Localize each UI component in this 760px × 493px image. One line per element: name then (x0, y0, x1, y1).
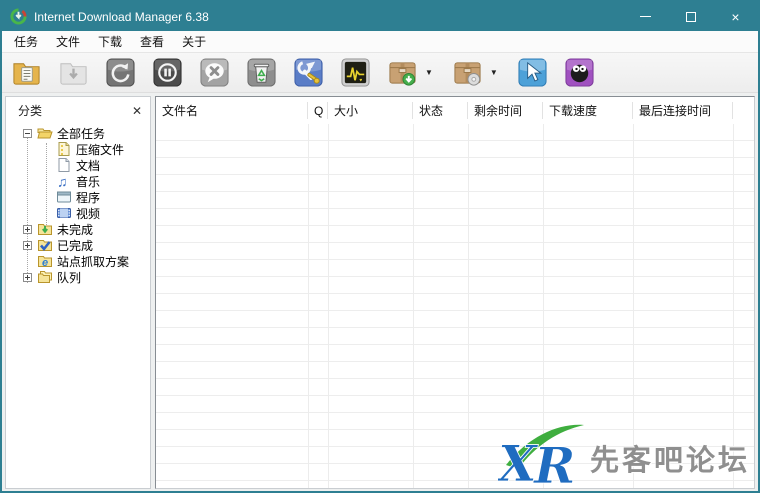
menubar: 任务 文件 下载 查看 关于 (2, 31, 758, 53)
site-grabber-icon: e (37, 253, 53, 269)
tree-item-documents[interactable]: 文档 (6, 157, 150, 173)
minimize-button[interactable] (623, 2, 668, 31)
maximize-button[interactable] (668, 2, 713, 31)
menu-file[interactable]: 文件 (47, 30, 89, 53)
tree-item-unfinished[interactable]: 未完成 (6, 221, 150, 237)
start-queue-icon (387, 57, 418, 88)
tree-item-finished[interactable]: 已完成 (6, 237, 150, 253)
column-divider (328, 124, 329, 488)
column-divider (413, 124, 414, 488)
window-title: Internet Download Manager 6.38 (34, 10, 623, 24)
program-icon (56, 189, 72, 205)
categories-header: 分类 ✕ (6, 100, 150, 122)
tree-item-site-grabber[interactable]: e 站点抓取方案 (6, 253, 150, 269)
add-url-icon (11, 57, 42, 88)
column-header-filler (733, 97, 754, 124)
folder-finished-icon (37, 237, 53, 253)
delete-button[interactable] (245, 56, 278, 89)
table-header: 文件名 Q 大小 状态 剩余时间 下载速度 最后连接时间 (156, 97, 754, 124)
tree-item-video[interactable]: 视频 (6, 205, 150, 221)
categories-title: 分类 (18, 102, 132, 119)
redownload-icon (105, 57, 136, 88)
music-icon: ♫ (56, 173, 72, 189)
watermark-text: 先客吧论坛 (590, 446, 750, 487)
menu-about[interactable]: 关于 (173, 30, 215, 53)
column-divider (308, 124, 309, 488)
start-queue-button[interactable] (386, 56, 419, 89)
idm-window: Internet Download Manager 6.38 × 任务 文件 下… (0, 0, 760, 493)
expand-icon[interactable] (23, 225, 32, 234)
menu-view[interactable]: 查看 (131, 30, 173, 53)
categories-close-icon[interactable]: ✕ (132, 105, 142, 117)
column-header-queue[interactable]: Q (308, 97, 328, 124)
stop-queue-dropdown-icon[interactable]: ▼ (486, 68, 502, 77)
download-button[interactable] (57, 56, 90, 89)
grabber-button[interactable] (516, 56, 549, 89)
column-header-last-try[interactable]: 最后连接时间 (633, 97, 733, 124)
collapse-icon[interactable] (23, 129, 32, 138)
watermark: X R 先客吧论坛 (498, 421, 750, 487)
document-icon (56, 157, 72, 173)
grabber-icon (517, 57, 548, 88)
close-button[interactable]: × (713, 2, 758, 31)
options-button[interactable] (292, 56, 325, 89)
menu-downloads[interactable]: 下载 (89, 30, 131, 53)
folder-open-icon (37, 125, 53, 141)
tree-item-all-tasks[interactable]: 全部任务 (6, 125, 150, 141)
svg-text:e: e (42, 257, 48, 269)
stop-queue-button[interactable] (451, 56, 484, 89)
delete-icon (246, 57, 277, 88)
download-icon (58, 57, 89, 88)
start-queue-dropdown-icon[interactable]: ▼ (421, 68, 437, 77)
add-url-button[interactable] (10, 56, 43, 89)
column-header-time-left[interactable]: 剩余时间 (468, 97, 543, 124)
svg-text:♫: ♫ (57, 174, 68, 190)
column-header-speed[interactable]: 下载速度 (543, 97, 633, 124)
tree-item-music[interactable]: ♫ 音乐 (6, 173, 150, 189)
column-header-filename[interactable]: 文件名 (156, 97, 308, 124)
categories-panel: 分类 ✕ 全部任务 (5, 96, 151, 489)
mascot-button[interactable] (563, 56, 596, 89)
watermark-logo-icon: X R (498, 421, 590, 487)
svg-text:X: X (498, 434, 539, 487)
expand-icon[interactable] (23, 241, 32, 250)
svg-text:R: R (532, 436, 576, 487)
scheduler-icon: ♥ (340, 57, 371, 88)
scheduler-button[interactable]: ♥ (339, 56, 372, 89)
app-icon (10, 8, 27, 25)
menu-tasks[interactable]: 任务 (5, 30, 47, 53)
zip-file-icon (56, 141, 72, 157)
mascot-icon (564, 57, 595, 88)
tree-item-compressed[interactable]: 压缩文件 (6, 141, 150, 157)
stop-all-icon (199, 57, 230, 88)
category-tree: 全部任务 压缩文件 文 (6, 125, 150, 285)
options-icon (293, 57, 324, 88)
tree-item-programs[interactable]: 程序 (6, 189, 150, 205)
minimize-icon (640, 16, 651, 17)
column-header-size[interactable]: 大小 (328, 97, 413, 124)
svg-text:♥: ♥ (359, 79, 362, 84)
redownload-button[interactable] (104, 56, 137, 89)
maximize-icon (686, 12, 696, 22)
column-header-status[interactable]: 状态 (413, 97, 468, 124)
queues-icon (37, 269, 53, 285)
video-icon (56, 205, 72, 221)
expand-icon[interactable] (23, 273, 32, 282)
stop-icon (152, 57, 183, 88)
stop-queue-icon (452, 57, 483, 88)
folder-incomplete-icon (37, 221, 53, 237)
tree-item-queues[interactable]: 队列 (6, 269, 150, 285)
stop-button[interactable] (151, 56, 184, 89)
close-icon: × (731, 10, 739, 24)
stop-all-button[interactable] (198, 56, 231, 89)
content-area: 分类 ✕ 全部任务 (2, 93, 758, 491)
titlebar[interactable]: Internet Download Manager 6.38 × (2, 2, 758, 31)
toolbar: ♥ ▼ (2, 53, 758, 93)
column-divider (468, 124, 469, 488)
